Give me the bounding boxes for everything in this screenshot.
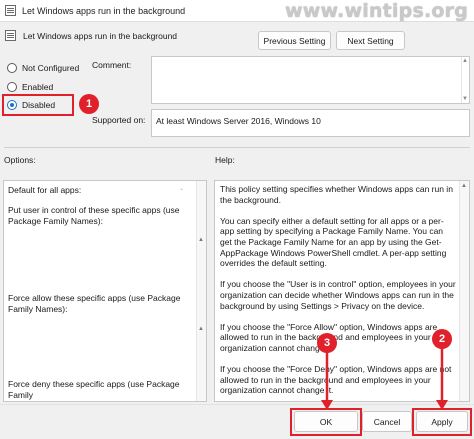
annotation-arrows: [321, 348, 448, 410]
arrowhead-icon: [436, 400, 448, 410]
step-badge-3: 3: [317, 333, 337, 353]
step-badge-2: 2: [432, 329, 452, 349]
arrowhead-icon: [321, 400, 333, 410]
